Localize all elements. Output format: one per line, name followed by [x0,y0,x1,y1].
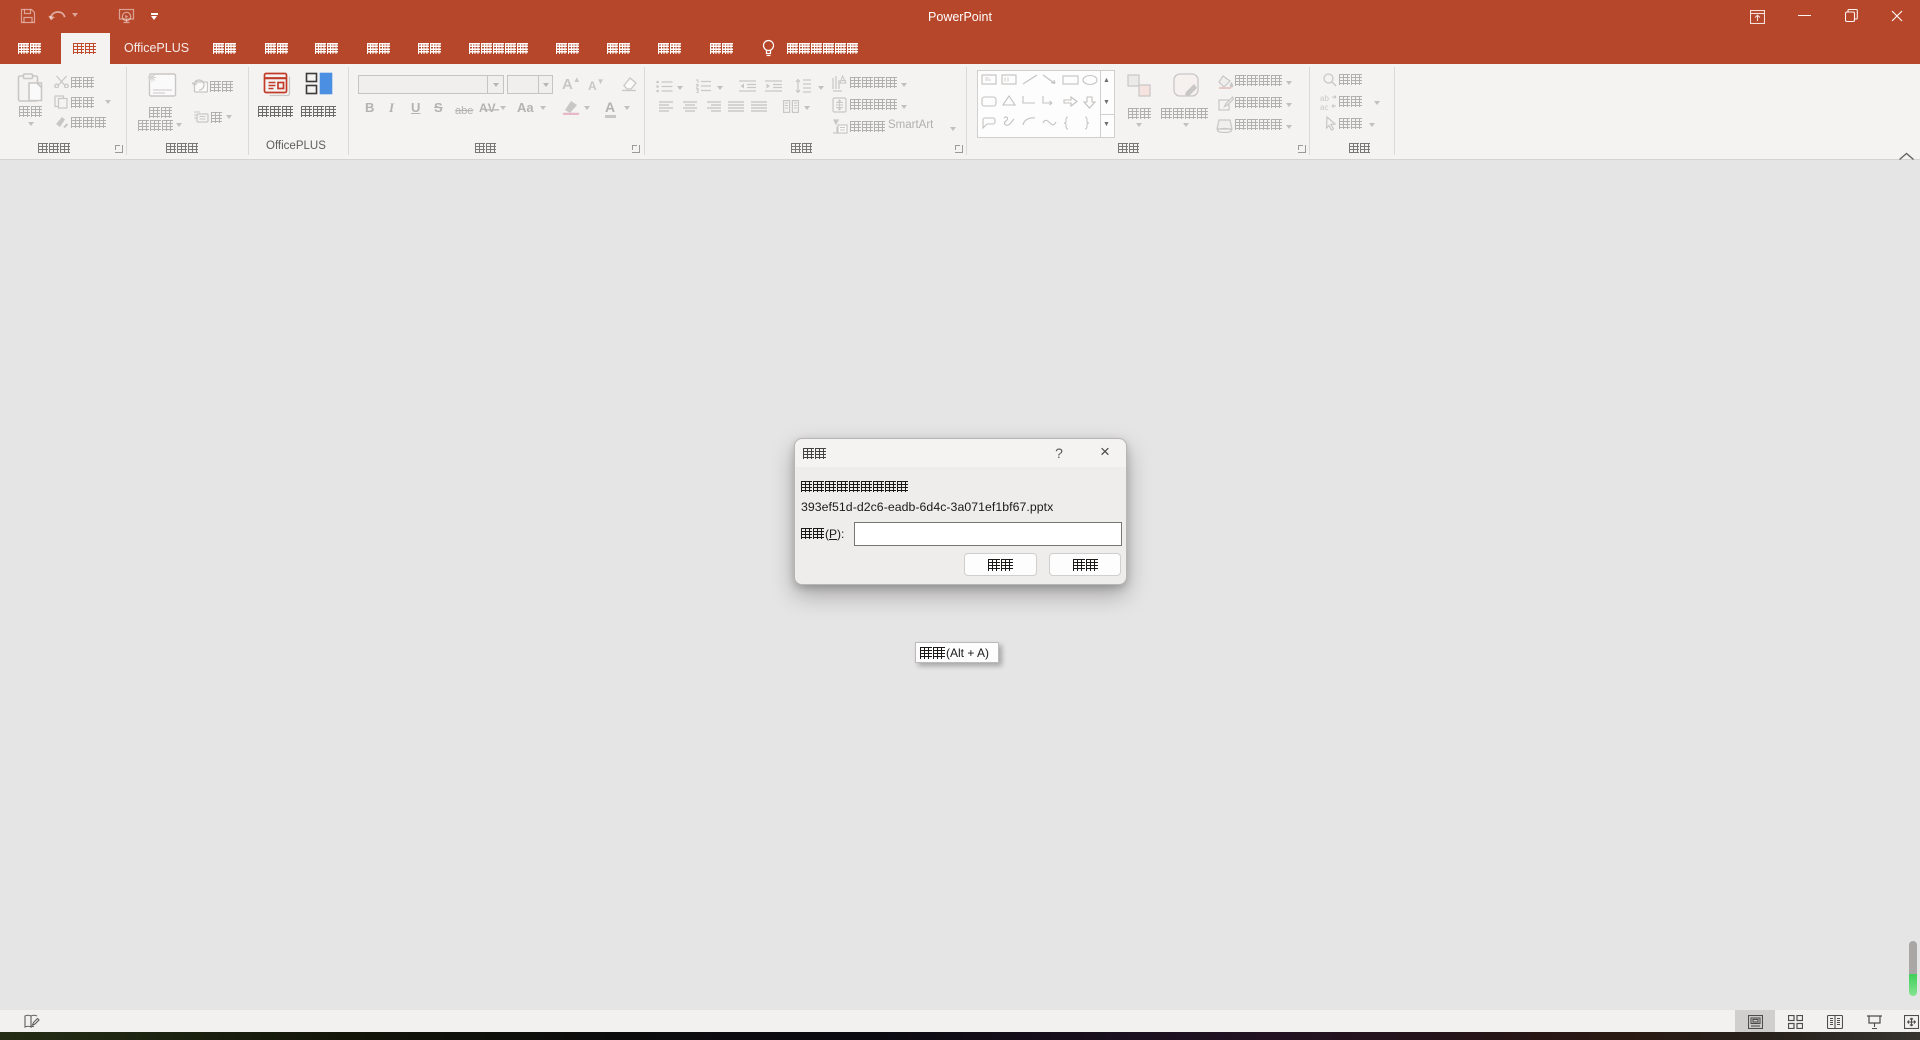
svg-text:ac: ac [1320,103,1328,110]
svg-text:ab: ab [1320,94,1329,103]
